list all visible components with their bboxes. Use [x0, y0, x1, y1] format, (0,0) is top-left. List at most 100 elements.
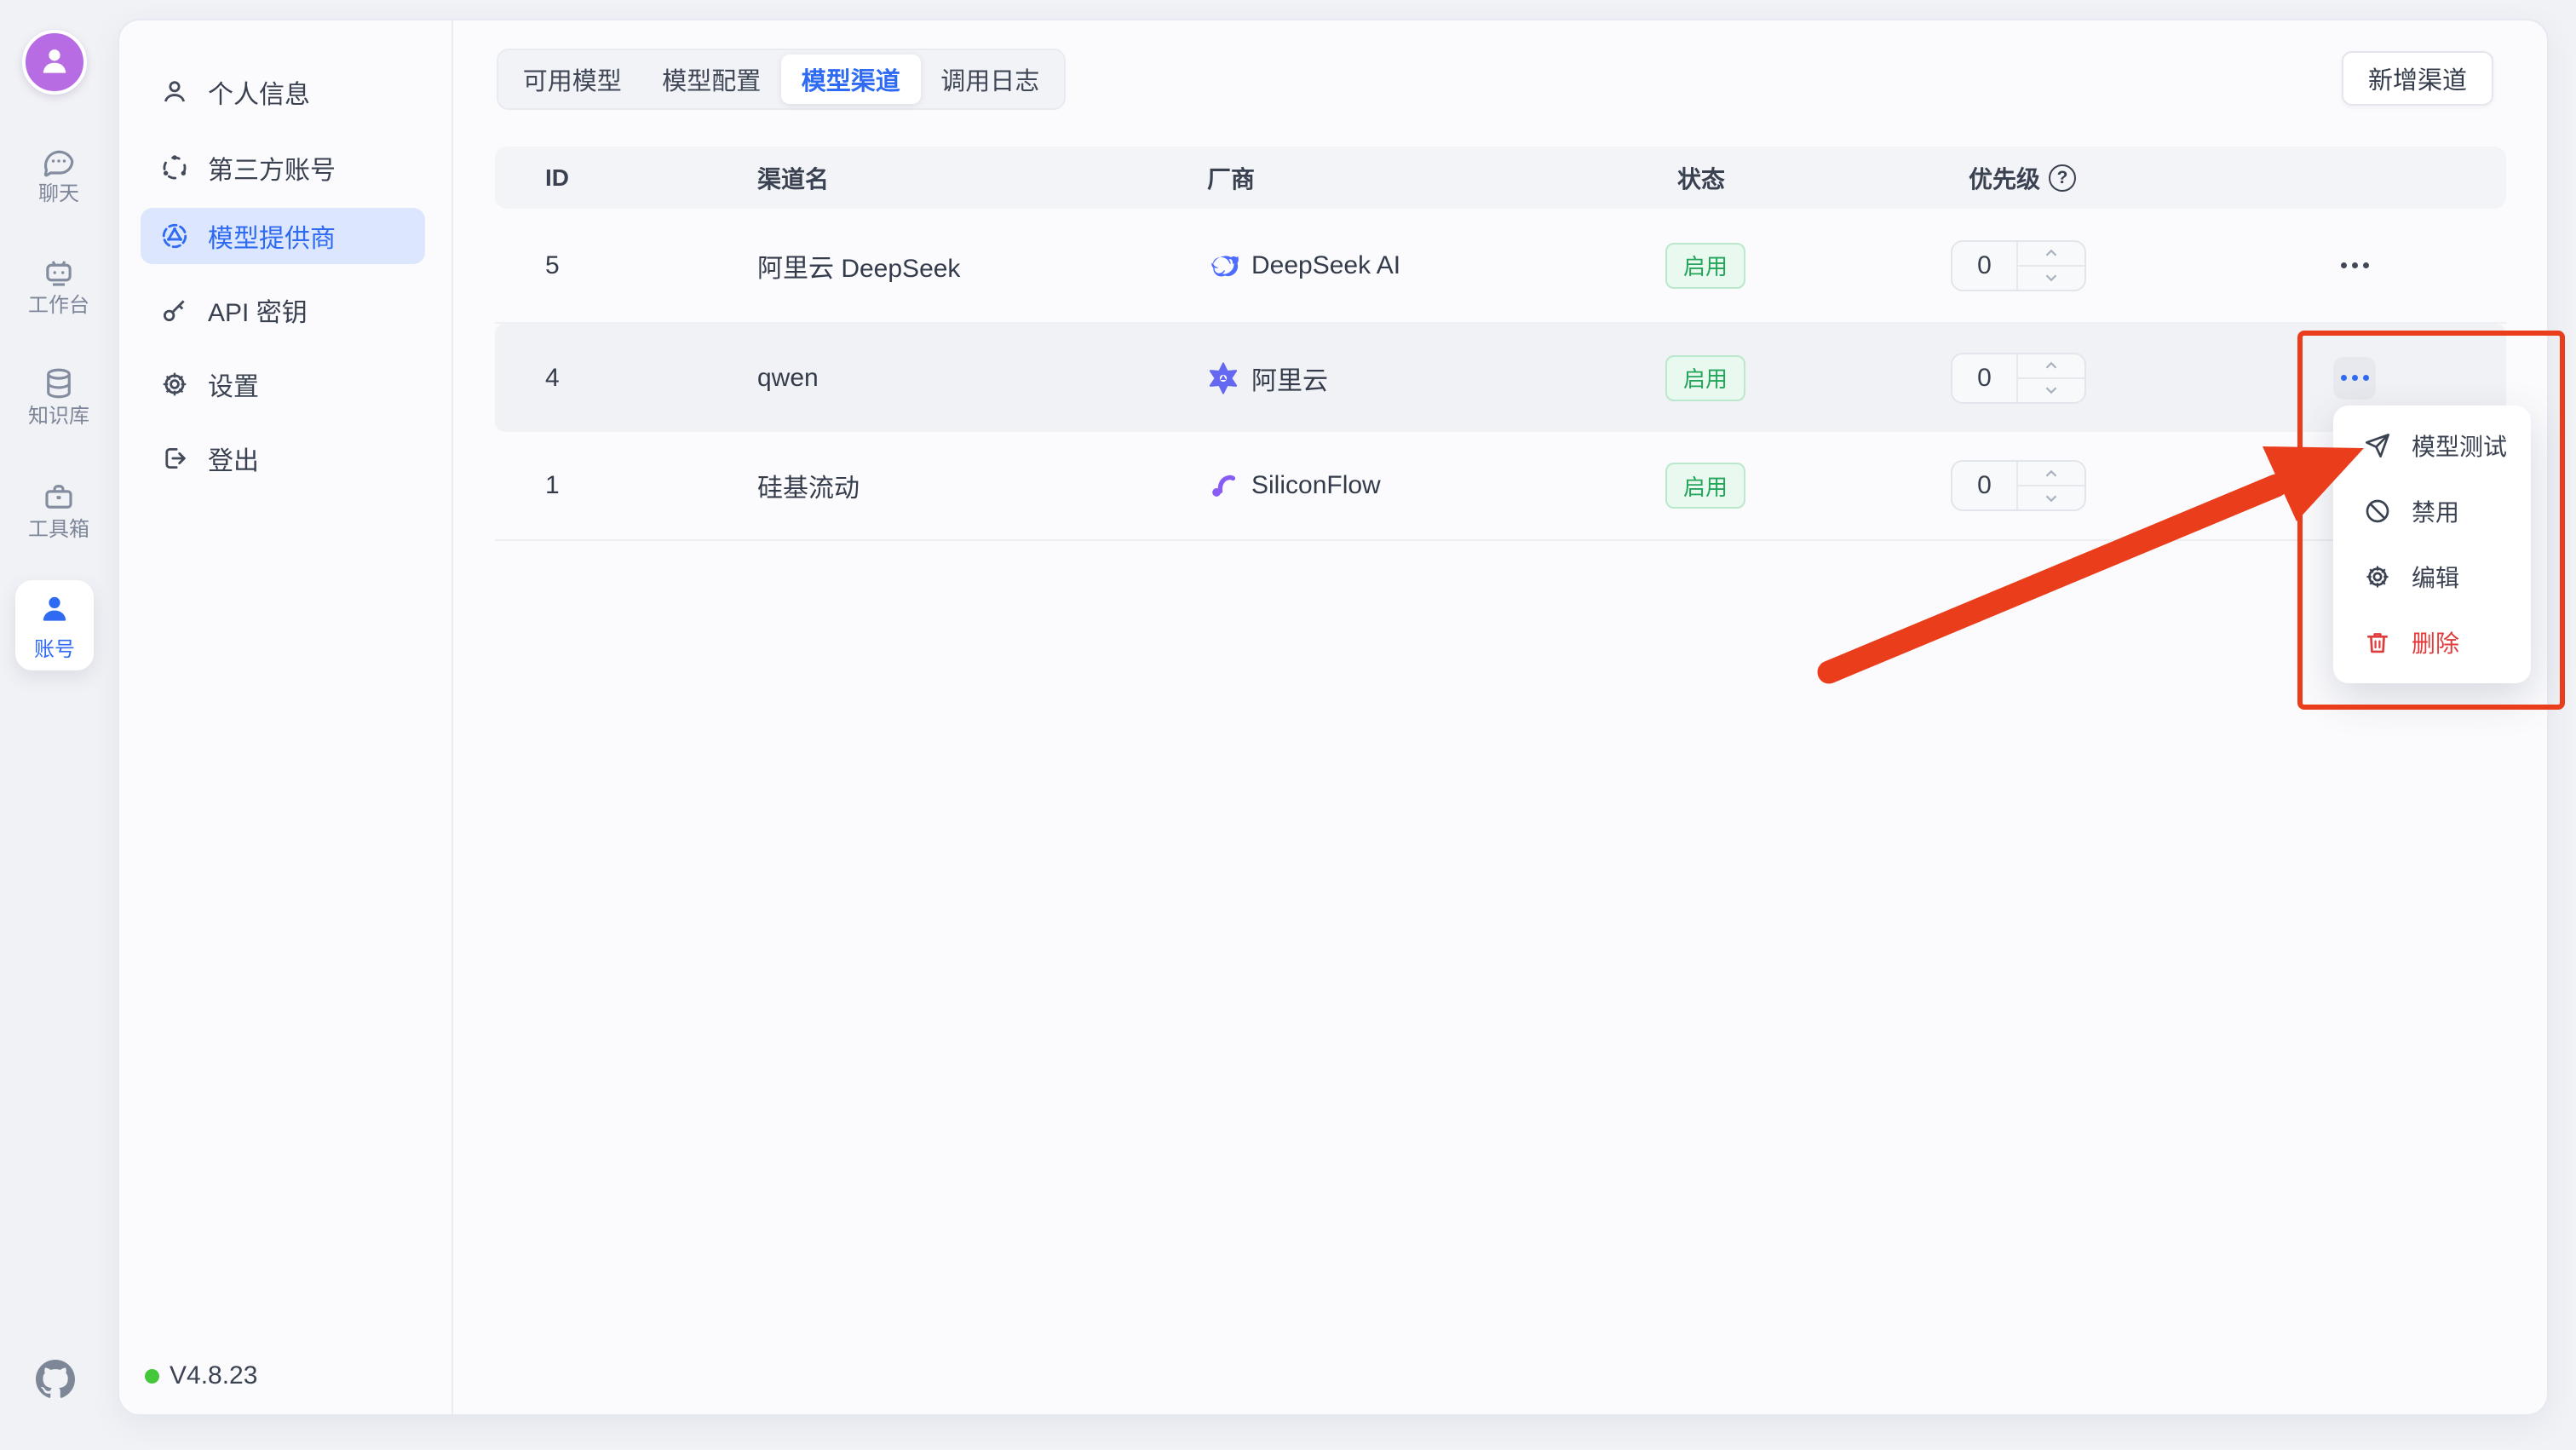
sidebar-item-logout[interactable]: 登出 — [141, 430, 425, 486]
stepper-buttons — [2016, 242, 2084, 290]
stepper-buttons — [2016, 462, 2084, 509]
menu-item-edit[interactable]: 编辑 — [2333, 544, 2531, 609]
cell-name: qwen — [757, 364, 1207, 393]
tab-label: 调用日志 — [940, 61, 1039, 97]
priority-stepper[interactable]: 0 — [1951, 353, 2086, 404]
menu-item-label: 禁用 — [2412, 494, 2459, 528]
cell-vendor: 阿里云 — [1207, 360, 1665, 397]
priority-stepper[interactable]: 0 — [1951, 240, 2086, 291]
header-priority: 优先级 ? — [1951, 161, 2308, 195]
cell-priority: 0 — [1951, 240, 2308, 291]
rail-item-chat[interactable]: 聊天 — [0, 143, 118, 205]
rail-item-toolbox[interactable]: 工具箱 — [0, 479, 118, 541]
cell-id: 5 — [495, 251, 757, 280]
send-icon — [2364, 432, 2391, 459]
rail-item-label: 聊天 — [38, 183, 79, 205]
cell-name: 阿里云 DeepSeek — [757, 247, 1207, 285]
sidebar-item-label: 登出 — [208, 440, 259, 477]
rail-item-workbench[interactable]: 工作台 — [0, 255, 118, 317]
stepper-up-icon[interactable] — [2018, 462, 2084, 486]
briefcase-icon — [41, 479, 77, 515]
vendor-icon-alibaba-qwen — [1207, 362, 1239, 394]
app-screen: 聊天 工作台 知识库 工具箱 账号 — [0, 0, 2576, 1450]
rail-item-label: 知识库 — [28, 406, 89, 428]
key-icon — [160, 296, 189, 325]
priority-value: 0 — [1952, 462, 2016, 509]
stepper-down-icon[interactable] — [2018, 486, 2084, 509]
row-actions-ellipsis-icon-active[interactable] — [2333, 357, 2376, 400]
stepper-down-icon[interactable] — [2018, 267, 2084, 290]
priority-value: 0 — [1952, 242, 2016, 290]
main-card: 个人信息 第三方账号 模型提供商 API 密钥 — [118, 19, 2549, 1416]
stepper-up-icon[interactable] — [2018, 354, 2084, 379]
trash-icon — [2364, 629, 2391, 656]
menu-item-model-test[interactable]: 模型测试 — [2333, 412, 2531, 478]
chat-icon — [41, 143, 77, 179]
user-icon — [160, 78, 189, 106]
stepper-up-icon[interactable] — [2018, 242, 2084, 267]
cell-priority: 0 — [1951, 460, 2308, 511]
status-badge-enabled: 启用 — [1665, 355, 1745, 401]
menu-item-label: 删除 — [2412, 625, 2459, 659]
add-channel-button[interactable]: 新增渠道 — [2342, 51, 2493, 106]
header-status: 状态 — [1665, 161, 1951, 195]
rail-item-label: 账号 — [34, 632, 75, 662]
github-icon[interactable] — [36, 1360, 75, 1399]
account-user-icon — [36, 590, 73, 627]
vendor-icon-deepseek — [1207, 250, 1239, 282]
cell-vendor: SiliconFlow — [1207, 469, 1665, 502]
rail-item-knowledge[interactable]: 知识库 — [0, 365, 118, 428]
cell-actions — [2308, 357, 2506, 400]
tab-label: 模型配置 — [662, 61, 761, 97]
gear-icon — [2364, 563, 2391, 590]
table-row: 1 硅基流动 SiliconFlow 启用 0 — [495, 432, 2506, 541]
ban-icon — [2364, 498, 2391, 525]
cell-id: 4 — [495, 364, 757, 393]
priority-stepper[interactable]: 0 — [1951, 460, 2086, 511]
avatar-user-icon — [36, 42, 73, 83]
rail-item-account[interactable]: 账号 — [15, 580, 94, 670]
tab-model-channels[interactable]: 模型渠道 — [781, 55, 921, 104]
sidebar-item-thirdparty[interactable]: 第三方账号 — [141, 140, 425, 196]
table-header-row: ID 渠道名 厂商 状态 优先级 ? — [495, 147, 2506, 209]
sidebar-item-settings[interactable]: 设置 — [141, 356, 425, 412]
channels-table: ID 渠道名 厂商 状态 优先级 ? 5 阿里云 DeepSeek Dee — [495, 147, 2506, 541]
tab-available-models[interactable]: 可用模型 — [503, 55, 642, 104]
vendor-icon-siliconflow — [1207, 469, 1239, 502]
row-context-menu: 模型测试 禁用 编辑 删除 — [2333, 406, 2531, 683]
stepper-down-icon[interactable] — [2018, 379, 2084, 402]
tab-call-logs[interactable]: 调用日志 — [921, 55, 1061, 104]
sidebar-item-label: 个人信息 — [208, 73, 310, 111]
status-badge-enabled: 启用 — [1665, 243, 1745, 289]
cell-priority: 0 — [1951, 353, 2308, 404]
sidebar-item-api-keys[interactable]: API 密钥 — [141, 282, 425, 338]
tab-label: 可用模型 — [523, 61, 622, 97]
vendor-name: SiliconFlow — [1251, 471, 1381, 500]
cell-id: 1 — [495, 471, 757, 500]
robot-icon — [41, 255, 77, 291]
priority-help-icon[interactable]: ? — [2049, 164, 2076, 192]
menu-item-disable[interactable]: 禁用 — [2333, 478, 2531, 544]
rail-item-label: 工作台 — [28, 295, 89, 317]
cell-vendor: DeepSeek AI — [1207, 250, 1665, 282]
sidebar-item-label: 模型提供商 — [208, 217, 336, 255]
tab-label: 模型渠道 — [802, 61, 900, 97]
version-indicator: V4.8.23 — [145, 1361, 257, 1390]
model-tabs: 可用模型 模型配置 模型渠道 调用日志 — [497, 49, 1066, 110]
model-sphere-icon — [160, 222, 189, 250]
header-vendor: 厂商 — [1207, 161, 1665, 195]
cell-status: 启用 — [1665, 463, 1951, 509]
user-avatar[interactable] — [22, 30, 87, 95]
logout-icon — [160, 444, 189, 473]
menu-item-delete[interactable]: 删除 — [2333, 609, 2531, 675]
row-actions-ellipsis-icon[interactable] — [2333, 245, 2376, 287]
sidebar-item-model-providers[interactable]: 模型提供商 — [141, 208, 425, 264]
table-row-active: 4 qwen 阿里云 启用 0 — [495, 324, 2506, 432]
cell-status: 启用 — [1665, 355, 1951, 401]
tab-model-config[interactable]: 模型配置 — [642, 55, 782, 104]
account-sidebar: 个人信息 第三方账号 模型提供商 API 密钥 — [119, 20, 453, 1414]
sidebar-item-label: API 密钥 — [208, 291, 308, 329]
version-status-dot — [145, 1369, 159, 1384]
sidebar-item-profile[interactable]: 个人信息 — [141, 64, 425, 120]
priority-value: 0 — [1952, 354, 2016, 402]
